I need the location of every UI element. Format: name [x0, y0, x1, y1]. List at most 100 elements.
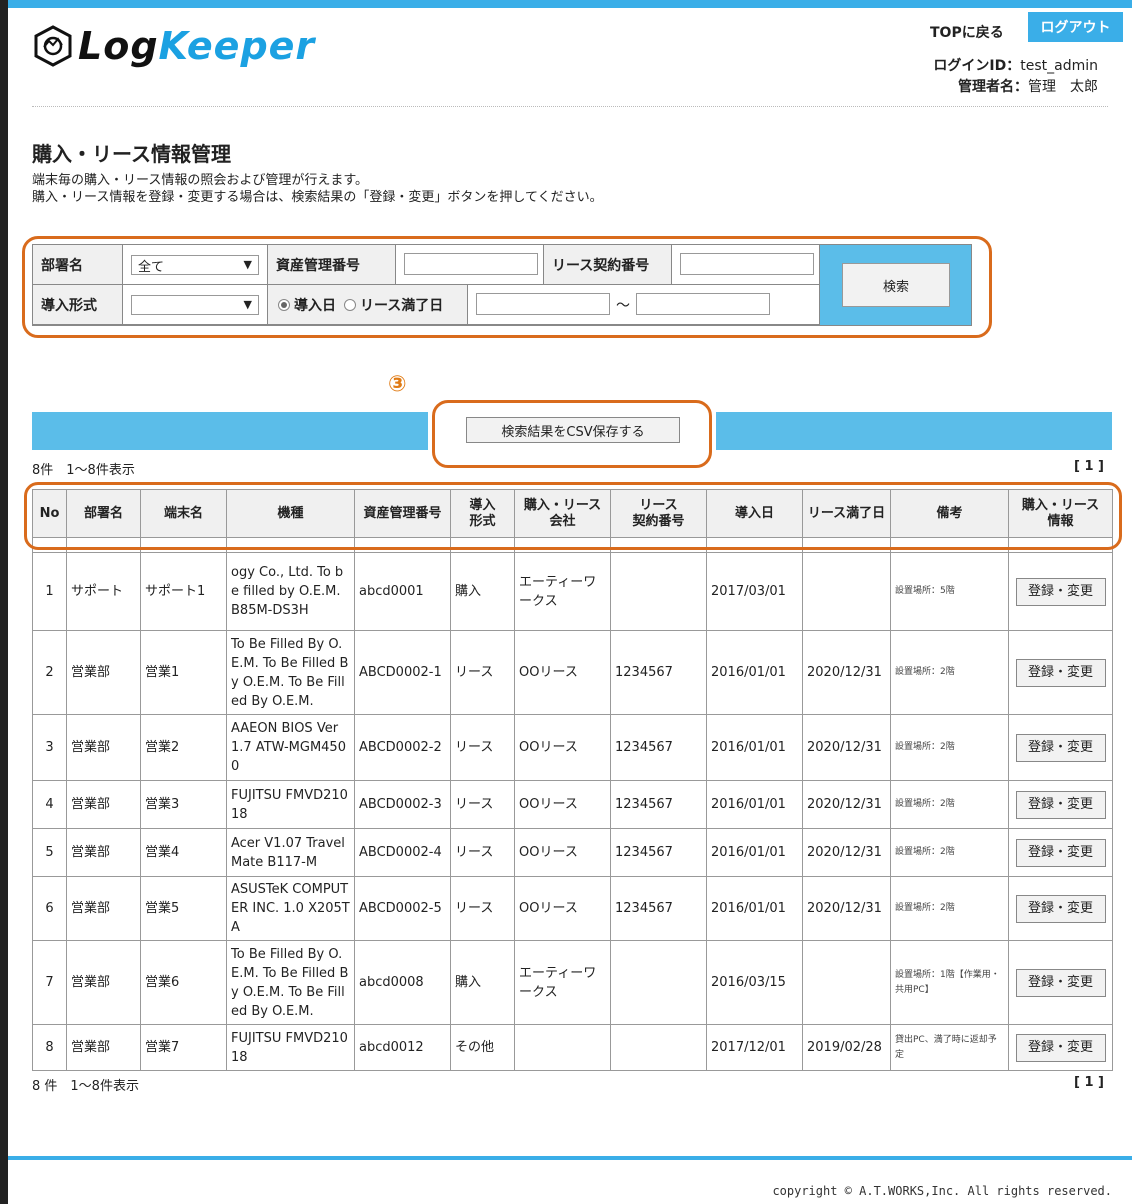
register-change-button[interactable]: 登録・変更	[1015, 894, 1106, 923]
cell-dept: 営業部	[66, 630, 141, 715]
cell-term: 営業7	[140, 1024, 227, 1071]
cell-dept: 営業部	[66, 1024, 141, 1071]
cell-dept: サポート	[66, 552, 141, 631]
cell-model: To Be Filled By O.E.M. To Be Filled By O…	[226, 940, 355, 1025]
cell-expire: 2020/12/31	[802, 828, 891, 877]
cell-no: 5	[32, 828, 67, 877]
cell-term: 営業4	[140, 828, 227, 877]
register-change-button[interactable]: 登録・変更	[1015, 1033, 1106, 1062]
logo[interactable]: LogKeeper	[32, 24, 316, 68]
result-count: 8件 1～8件表示	[32, 463, 135, 478]
cell-model: ogy Co., Ltd. To be filled by O.E.M. B85…	[226, 552, 355, 631]
table-row: 2 営業部 営業1 To Be Filled By O.E.M. To Be Fill…	[32, 630, 1113, 715]
cell-note: 設置場所：1階【作業用・共用PC】	[890, 940, 1009, 1025]
cell-expire	[802, 940, 891, 1025]
cell-model: Acer V1.07 TravelMate B117-M	[226, 828, 355, 877]
cell-company: エーティーワークス	[514, 552, 611, 631]
cell-intro: 2016/01/01	[706, 876, 803, 941]
highlight-table-header	[24, 482, 1122, 550]
cell-contract: 1234567	[610, 780, 707, 829]
cell-asset: ABCD0002-5	[354, 876, 451, 941]
cell-note: 設置場所：2階	[890, 630, 1009, 715]
pager[interactable]: [ 1 ]	[1074, 459, 1104, 474]
logo-hexagon-icon	[34, 25, 72, 67]
cell-expire: 2020/12/31	[802, 714, 891, 781]
copyright: copyright © A.T.WORKS,Inc. All rights re…	[772, 1184, 1112, 1198]
table-row: 6 営業部 営業5 ASUSTeK COMPUTER INC. 1.0 X205TA A…	[32, 876, 1113, 941]
cell-company: OOリース	[514, 780, 611, 829]
register-change-button[interactable]: 登録・変更	[1015, 658, 1106, 687]
cell-note: 設置場所：2階	[890, 780, 1009, 829]
cell-expire: 2020/12/31	[802, 876, 891, 941]
pager-bottom[interactable]: [ 1 ]	[1074, 1075, 1104, 1090]
cell-contract: 1234567	[610, 630, 707, 715]
cell-dept: 営業部	[66, 828, 141, 877]
cell-action: 登録・変更	[1008, 940, 1113, 1025]
table-row: 4 営業部 営業3 FUJITSU FMVD21018 ABCD0002-3 リース OOリ…	[32, 780, 1113, 829]
cell-term: 営業2	[140, 714, 227, 781]
cell-intro: 2016/01/01	[706, 828, 803, 877]
table-row: 5 営業部 営業4 Acer V1.07 TravelMate B117-M ABCD0…	[32, 828, 1113, 877]
highlight-search-panel	[22, 236, 992, 338]
page-title: 購入・リース情報管理	[32, 142, 231, 166]
cell-model: FUJITSU FMVD21018	[226, 1024, 355, 1071]
highlight-csv-button	[432, 400, 712, 468]
header-accent-line	[8, 0, 1132, 8]
cell-expire	[802, 552, 891, 631]
cell-company: OOリース	[514, 876, 611, 941]
cell-company: エーティーワークス	[514, 940, 611, 1025]
register-change-button[interactable]: 登録・変更	[1015, 733, 1106, 762]
cell-no: 1	[32, 552, 67, 631]
cell-contract	[610, 1024, 707, 1071]
cell-type: リース	[450, 630, 515, 715]
cell-note: 設置場所：2階	[890, 714, 1009, 781]
cell-company: OOリース	[514, 630, 611, 715]
cell-dept: 営業部	[66, 940, 141, 1025]
cell-company: OOリース	[514, 828, 611, 877]
cell-no: 3	[32, 714, 67, 781]
cell-asset: abcd0012	[354, 1024, 451, 1071]
cell-contract: 1234567	[610, 714, 707, 781]
register-change-button[interactable]: 登録・変更	[1015, 838, 1106, 867]
cell-dept: 営業部	[66, 780, 141, 829]
cell-action: 登録・変更	[1008, 828, 1113, 877]
left-edge-bar	[0, 0, 8, 1204]
cell-dept: 営業部	[66, 876, 141, 941]
top-page-link[interactable]: TOPに戻る	[930, 22, 1004, 42]
cell-intro: 2017/12/01	[706, 1024, 803, 1071]
cell-contract: 1234567	[610, 828, 707, 877]
logo-text: LogKeeper	[78, 24, 316, 68]
cell-intro: 2016/01/01	[706, 780, 803, 829]
cell-model: FUJITSU FMVD21018	[226, 780, 355, 829]
logout-button[interactable]: ログアウト	[1028, 12, 1123, 42]
cell-intro: 2016/03/15	[706, 940, 803, 1025]
cell-asset: abcd0001	[354, 552, 451, 631]
cell-action: 登録・変更	[1008, 714, 1113, 781]
cell-model: To Be Filled By O.E.M. To Be Filled By O…	[226, 630, 355, 715]
cell-type: リース	[450, 714, 515, 781]
cell-note: 設置場所：2階	[890, 828, 1009, 877]
header-divider	[32, 106, 1108, 107]
cell-note: 設置場所：5階	[890, 552, 1009, 631]
cell-term: サポート1	[140, 552, 227, 631]
login-info: ログインID：test_admin 管理者名：管理 太郎	[933, 58, 1098, 95]
register-change-button[interactable]: 登録・変更	[1015, 790, 1106, 819]
register-change-button[interactable]: 登録・変更	[1015, 577, 1106, 606]
cell-contract	[610, 552, 707, 631]
cell-asset: ABCD0002-2	[354, 714, 451, 781]
cell-expire: 2019/02/28	[802, 1024, 891, 1071]
cell-term: 営業6	[140, 940, 227, 1025]
cell-model: AAEON BIOS Ver 1.7 ATW-MGM4500	[226, 714, 355, 781]
cell-no: 6	[32, 876, 67, 941]
footer-line	[8, 1156, 1132, 1160]
cell-no: 2	[32, 630, 67, 715]
cell-term: 営業3	[140, 780, 227, 829]
cell-action: 登録・変更	[1008, 780, 1113, 829]
cell-no: 4	[32, 780, 67, 829]
cell-asset: ABCD0002-4	[354, 828, 451, 877]
register-change-button[interactable]: 登録・変更	[1015, 968, 1106, 997]
cell-asset: abcd0008	[354, 940, 451, 1025]
results-table: No 部署名 端末名 機種 資産管理番号 導入 形式 購入・リース 会社 リース 契約番号 導入…	[32, 489, 1113, 1071]
cell-type: 購入	[450, 552, 515, 631]
cell-type: その他	[450, 1024, 515, 1071]
